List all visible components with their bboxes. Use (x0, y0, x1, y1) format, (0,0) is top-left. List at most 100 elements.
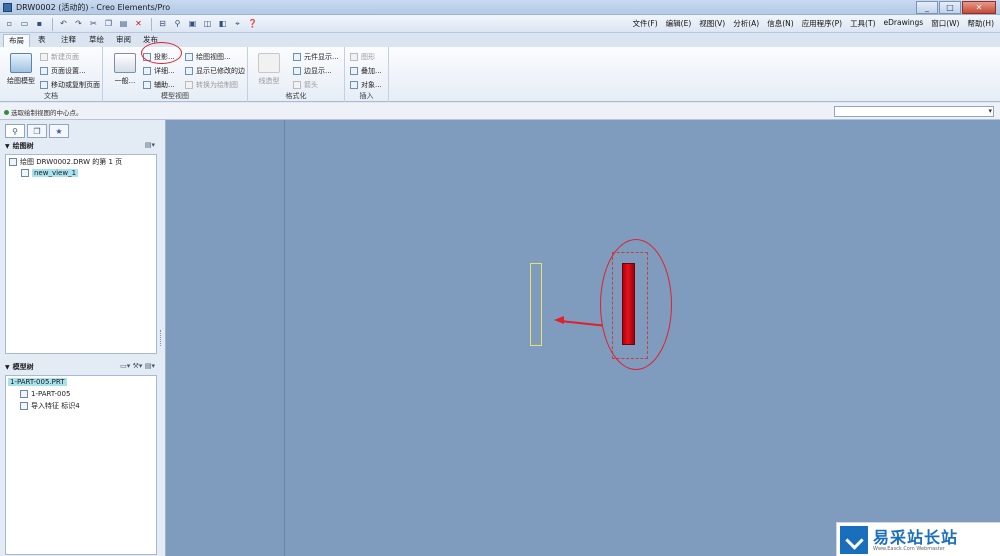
show-modified-edges-label: 显示已修改的边 (196, 66, 245, 75)
window-icon[interactable]: ▣ (186, 17, 199, 30)
view-label: new_view_1 (32, 169, 79, 177)
projection-highlight-ellipse (141, 42, 182, 64)
tree-item-view[interactable]: new_view_1 (21, 169, 79, 177)
drawing-tree-header[interactable]: ▼ 绘图树 ▤▾ (5, 139, 157, 153)
regenerate-icon[interactable]: ⊟ (156, 17, 169, 30)
format-group: 线造型 元件显示... 边显示... 箭头 格式化 (248, 47, 345, 102)
overlay-icon (350, 66, 358, 75)
menu-view[interactable]: 视图(V) (699, 18, 725, 29)
show-modified-edges-button[interactable]: 显示已修改的边 (185, 65, 245, 76)
delete-icon[interactable]: ✕ (132, 17, 145, 30)
selection-filter-dropdown[interactable]: ▾ (834, 106, 994, 117)
model-tree-tab-icon[interactable]: ⚲ (5, 124, 25, 138)
drawing-view-label: 绘图视图... (196, 52, 231, 61)
arrow-icon (293, 80, 301, 89)
drawing-model-button[interactable]: 绘图模型 (3, 53, 39, 86)
menu-applications[interactable]: 应用程序(P) (802, 18, 842, 29)
new-sheet-label: 新建页面 (51, 52, 79, 61)
tree-item-sheet[interactable]: 绘图 DRW0002.DRW 的第 1 页 (9, 157, 122, 167)
component-display-button[interactable]: 元件显示... (293, 51, 339, 62)
convert-to-draft-button[interactable]: 转换为绘制图 (185, 79, 238, 90)
arrow-button[interactable]: 箭头 (293, 79, 318, 90)
cut-icon[interactable]: ✂ (87, 17, 100, 30)
tree-filter-icons[interactable]: ▭▾ ⚒▾ ▤▾ (120, 362, 155, 370)
object-label: 对象... (361, 80, 382, 89)
new-sheet-icon (40, 52, 48, 61)
quick-toolbar: ▫ ▭ ▪ ↶ ↷ ✂ ❐ ▤ ✕ ⊟ ⚲ ▣ ◫ ◧ ⌖ ❓ (3, 17, 261, 32)
collapse-icon[interactable]: ▼ (5, 364, 10, 371)
help-icon[interactable]: ❓ (246, 17, 259, 30)
menu-file[interactable]: 文件(F) (632, 18, 657, 29)
detail-view-label: 详细... (154, 66, 175, 75)
collapse-icon[interactable]: ▼ (5, 143, 10, 150)
edge-display-button[interactable]: 边显示... (293, 65, 332, 76)
save-icon[interactable]: ▪ (33, 17, 46, 30)
page-setup-button[interactable]: 页面设置... (40, 65, 86, 76)
format-group-label: 格式化 (285, 92, 307, 100)
component-display-icon (293, 52, 301, 61)
general-view-button[interactable]: 一般... (107, 53, 143, 86)
watermark-subtitle: Www.Easck.Com Webmaster (873, 546, 945, 552)
menu-edrawings[interactable]: eDrawings (884, 18, 924, 29)
convert-to-draft-icon (185, 80, 193, 89)
model-tree-header[interactable]: ▼ 模型树 ▭▾ ⚒▾ ▤▾ (5, 360, 157, 374)
watermark-title: 易采站长站 (873, 528, 959, 547)
find-icon[interactable]: ⚲ (171, 17, 184, 30)
tab-review[interactable]: 审阅 (111, 34, 136, 47)
import-feature-icon (20, 402, 28, 410)
menu-edit[interactable]: 编辑(E) (666, 18, 692, 29)
graphics-icon (350, 52, 358, 61)
tree-item-csys[interactable]: 1-PART-005 (20, 390, 70, 398)
datum-icon[interactable]: ⌖ (231, 17, 244, 30)
undo-icon[interactable]: ↶ (57, 17, 70, 30)
auxiliary-view-button[interactable]: 辅助... (143, 79, 175, 90)
general-view-outline[interactable] (530, 263, 542, 346)
menu-tools[interactable]: 工具(T) (850, 18, 875, 29)
overlay-button[interactable]: 叠加... (350, 65, 382, 76)
model-display-icon[interactable]: ◧ (216, 17, 229, 30)
open-icon[interactable]: ▭ (18, 17, 31, 30)
redo-icon[interactable]: ↷ (72, 17, 85, 30)
detail-view-button[interactable]: 详细... (143, 65, 175, 76)
page-setup-label: 页面设置... (51, 66, 86, 75)
object-button[interactable]: 对象... (350, 79, 382, 90)
tree-item-part[interactable]: 1-PART-005.PRT (8, 378, 67, 386)
close-button[interactable]: ✕ (962, 1, 996, 14)
part-label: 1-PART-005.PRT (8, 378, 67, 386)
folder-browser-tab-icon[interactable]: ❐ (27, 124, 47, 138)
graphics-button[interactable]: 图形 (350, 51, 375, 62)
paste-icon[interactable]: ▤ (117, 17, 130, 30)
menu-window[interactable]: 窗口(W) (931, 18, 959, 29)
copy-icon[interactable]: ❐ (102, 17, 115, 30)
page-setup-icon (40, 66, 48, 75)
toolbar-menu-bar: ▫ ▭ ▪ ↶ ↷ ✂ ❐ ▤ ✕ ⊟ ⚲ ▣ ◫ ◧ ⌖ ❓ 文件(F) 编辑… (0, 15, 1000, 33)
menu-analysis[interactable]: 分析(A) (733, 18, 759, 29)
window-title: DRW0002 (活动的) - Creo Elements/Pro (16, 3, 171, 12)
new-sheet-button[interactable]: 新建页面 (40, 51, 79, 62)
move-copy-page-label: 移动或复制页面 (51, 80, 100, 89)
menu-info[interactable]: 信息(N) (767, 18, 793, 29)
new-icon[interactable]: ▫ (3, 17, 16, 30)
component-display-label: 元件显示... (304, 52, 339, 61)
panel-splitter[interactable] (160, 330, 164, 346)
navigator-tabs: ⚲ ❐ ★ (5, 124, 71, 138)
toolbar-separator (52, 18, 53, 31)
tab-table[interactable]: 表 (33, 34, 51, 47)
line-style-button[interactable]: 线造型 (251, 53, 287, 86)
favorites-tab-icon[interactable]: ★ (49, 124, 69, 138)
tree-settings-icon[interactable]: ▤▾ (145, 141, 155, 149)
insert-group-label: 插入 (359, 92, 374, 100)
tab-annotate[interactable]: 注释 (56, 34, 81, 47)
tab-sketch[interactable]: 草绘 (84, 34, 109, 47)
menu-help[interactable]: 帮助(H) (968, 18, 995, 29)
graphics-canvas[interactable] (166, 120, 1000, 556)
tree-item-import[interactable]: 导入特征 标识4 (20, 401, 80, 411)
minimize-button[interactable]: _ (916, 1, 938, 14)
drawing-view-button[interactable]: 绘图视图... (185, 51, 231, 62)
overlay-label: 叠加... (361, 66, 382, 75)
display-icon[interactable]: ◫ (201, 17, 214, 30)
auxiliary-view-icon (143, 80, 151, 89)
tab-layout[interactable]: 布局 (3, 34, 30, 47)
maximize-button[interactable]: □ (939, 1, 961, 14)
move-copy-page-button[interactable]: 移动或复制页面 (40, 79, 100, 90)
